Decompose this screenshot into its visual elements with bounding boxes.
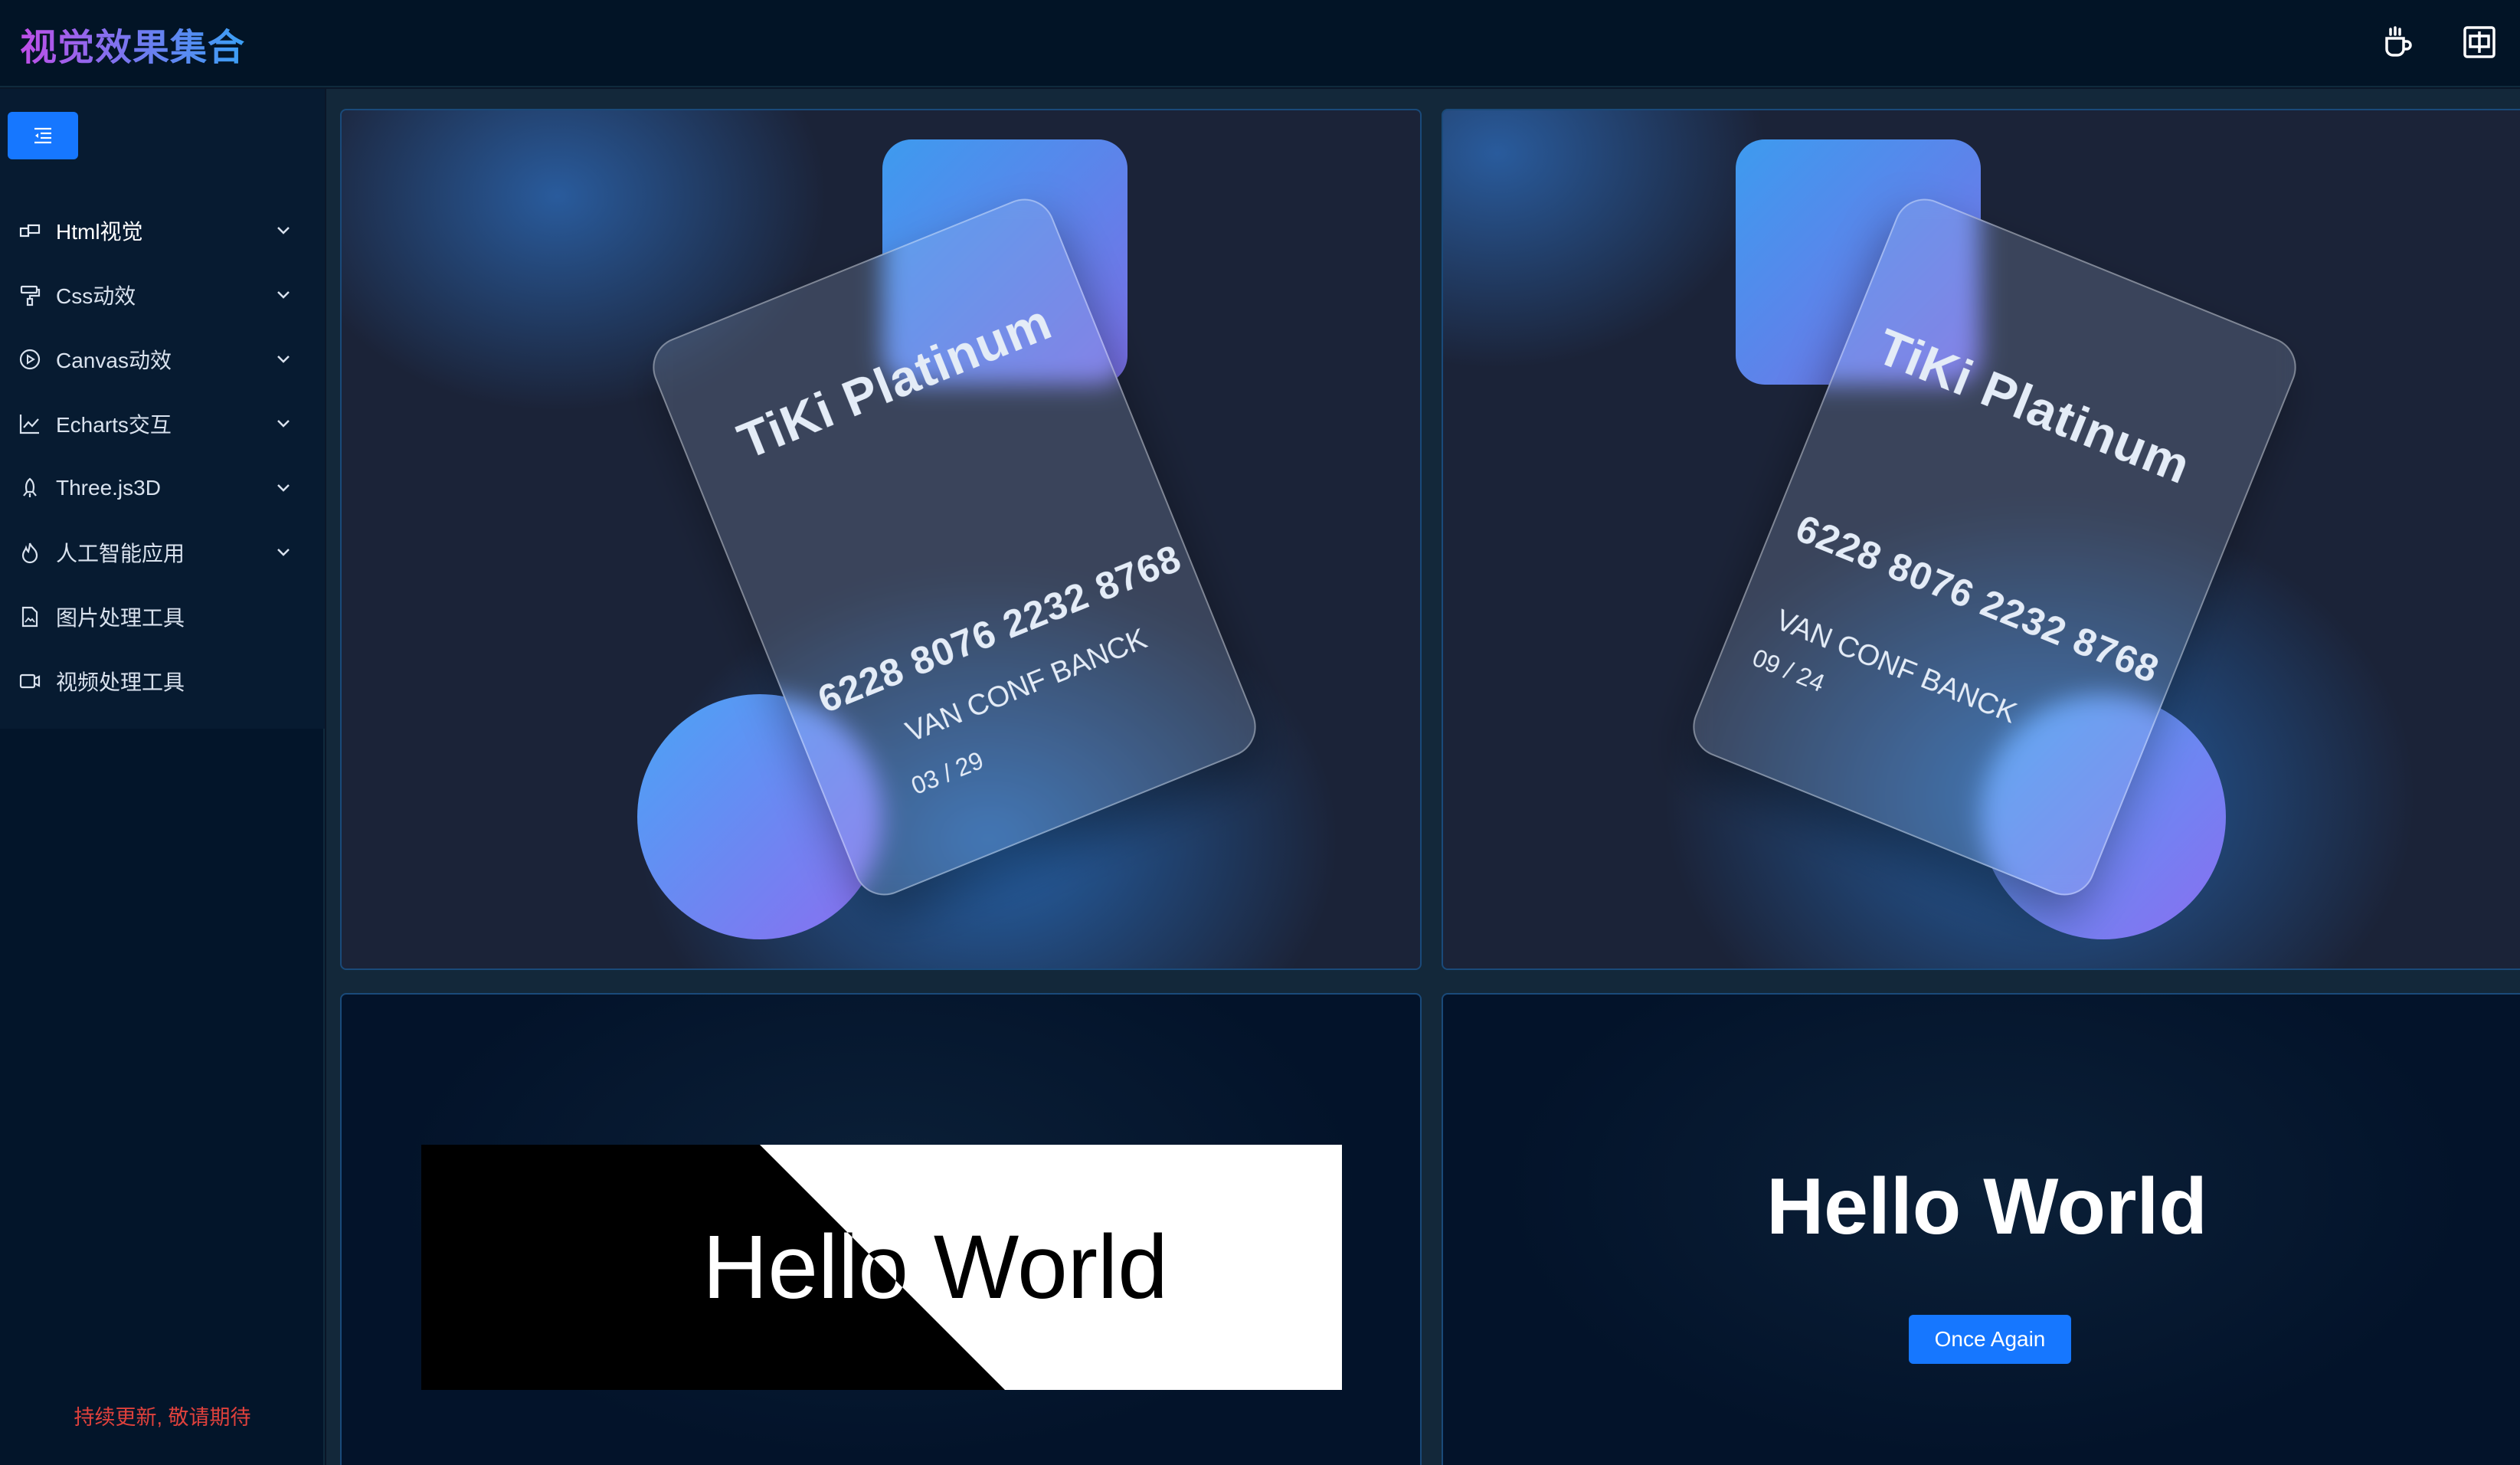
card-title: TiKi Platinum [1869, 317, 2199, 495]
line-chart-icon [19, 415, 39, 434]
glass-card-demo-right[interactable]: TiKi Platinum 6228 8076 2232 8768 VAN CO… [1442, 109, 2520, 970]
app-title: 视觉效果集合 [20, 17, 245, 70]
sidebar-menu: Html视觉 Css动效 Canvas动效 Echarts交互 Three.js… [0, 89, 325, 729]
chevron-down-icon [277, 356, 290, 363]
sidebar-item-label: Three.js3D [56, 476, 161, 500]
card-expiry: 03 / 29 [907, 746, 987, 800]
paint-roller-icon [20, 285, 41, 306]
chevron-down-icon [277, 484, 290, 492]
update-notice: 持续更新, 敬请期待 [74, 1406, 251, 1429]
sidebar-item-label: 图片处理工具 [56, 606, 185, 630]
card-title: TiKi Platinum [730, 292, 1059, 470]
video-camera-icon [19, 674, 41, 689]
sidebar-item-ai[interactable]: 人工智能应用 [0, 526, 325, 579]
main-content: TiKi Platinum 6228 8076 2232 8768 VAN CO… [326, 89, 2520, 1465]
sidebar-item-label: Canvas动效 [56, 349, 172, 372]
sidebar-item-image-tools[interactable]: 图片处理工具 [0, 590, 325, 644]
split-text: Hello World [702, 1217, 1168, 1318]
fire-icon [21, 542, 38, 564]
once-again-button[interactable]: Once Again [1909, 1315, 2071, 1364]
sidebar-item-canvas[interactable]: Canvas动效 [0, 333, 325, 386]
reveal-text: Hello World [1766, 1162, 2207, 1251]
chevron-down-icon [277, 291, 290, 299]
sidebar-item-threejs[interactable]: Three.js3D [0, 461, 325, 515]
play-circle-icon [19, 349, 41, 370]
sidebar-item-css[interactable]: Css动效 [0, 268, 325, 322]
sidebar-item-html[interactable]: Html视觉 [0, 204, 325, 257]
glass-card-demo-left[interactable]: TiKi Platinum 6228 8076 2232 8768 VAN CO… [340, 109, 1422, 970]
block-icon [19, 224, 41, 238]
translate-icon[interactable] [2460, 23, 2499, 61]
file-image-icon [21, 606, 38, 628]
sidebar-item-label: Echarts交互 [56, 413, 172, 437]
sidebar-item-label: 人工智能应用 [56, 542, 185, 565]
sidebar-item-label: 视频处理工具 [56, 670, 185, 694]
sidebar-item-echarts[interactable]: Echarts交互 [0, 397, 325, 451]
coffee-icon[interactable] [2379, 23, 2417, 61]
chevron-down-icon [277, 420, 290, 428]
top-bar: 视觉效果集合 [0, 0, 2520, 87]
sidebar-item-label: Css动效 [56, 284, 136, 308]
text-reveal-demo[interactable]: Hello World Once Again [1442, 993, 2520, 1465]
chevron-down-icon [277, 227, 290, 234]
split-text-demo[interactable]: Hello World [340, 993, 1422, 1465]
sidebar-item-video-tools[interactable]: 视频处理工具 [0, 654, 325, 708]
split-text-box: Hello World [421, 1145, 1342, 1390]
sidebar-item-label: Html视觉 [56, 220, 143, 244]
chevron-down-icon [277, 549, 290, 556]
sidebar: Html视觉 Css动效 Canvas动效 Echarts交互 Three.js… [0, 89, 325, 1465]
menu-fold-icon [34, 127, 51, 144]
collapse-menu-button[interactable] [8, 112, 78, 159]
rocket-icon [23, 477, 37, 497]
